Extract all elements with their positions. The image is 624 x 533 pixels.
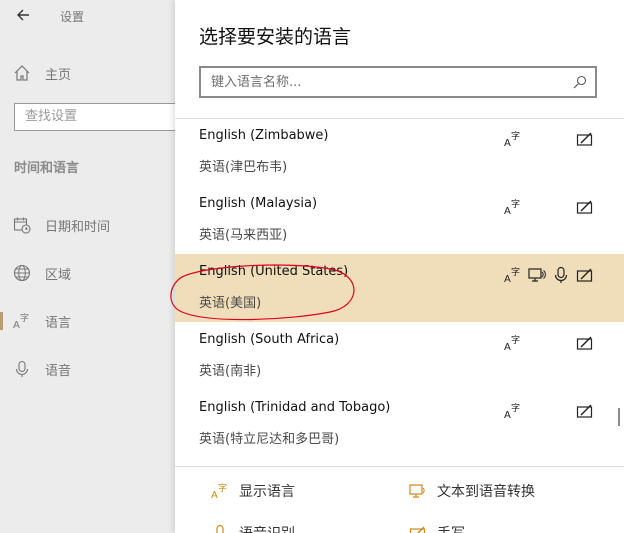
nav-item-label: 语音 bbox=[45, 363, 72, 379]
language-native-name: 英语(马来西亚) bbox=[199, 228, 288, 243]
back-arrow-icon bbox=[17, 9, 29, 21]
selected-indicator bbox=[0, 312, 3, 330]
svg-text:A: A bbox=[13, 320, 20, 330]
nav-item-label: 日期和时间 bbox=[45, 219, 111, 235]
display-language-icon: A 字 bbox=[211, 482, 227, 500]
legend-text-to-speech: 文本到语音转换 bbox=[409, 480, 535, 502]
nav-home-label: 主页 bbox=[45, 67, 72, 83]
nav-item-language[interactable]: A 字 语言 bbox=[13, 311, 173, 331]
legend-label: 显示语言 bbox=[239, 484, 295, 500]
display-language-icon: A 字 bbox=[504, 402, 520, 420]
svg-text:字: 字 bbox=[511, 266, 520, 278]
settings-pane: 设置 主页 查找设置 时间和语言 日期和时间 区域 A 字 语言 语音 bbox=[0, 0, 175, 533]
svg-text:A: A bbox=[504, 342, 511, 352]
globe-icon bbox=[13, 264, 31, 282]
nav-home[interactable]: 主页 bbox=[13, 63, 71, 83]
display-language-icon: A 字 bbox=[504, 198, 520, 216]
handwriting-icon bbox=[576, 404, 593, 418]
language-search-input[interactable] bbox=[201, 68, 561, 96]
language-native-name: 英语(南非) bbox=[199, 364, 262, 379]
svg-text:A: A bbox=[211, 490, 218, 500]
annotation-circle bbox=[170, 264, 355, 321]
language-name: English (Malaysia) bbox=[199, 196, 318, 211]
legend-speech-recognition: 语音识别 bbox=[211, 522, 295, 533]
handwriting-icon bbox=[576, 132, 593, 146]
nav-item-label: 区域 bbox=[45, 267, 72, 283]
handwriting-icon bbox=[409, 526, 426, 533]
search-icon[interactable] bbox=[573, 75, 587, 89]
microphone-icon bbox=[15, 360, 29, 377]
section-title: 时间和语言 bbox=[14, 161, 80, 176]
language-icon: A 字 bbox=[13, 312, 29, 330]
svg-text:A: A bbox=[504, 274, 511, 284]
calendar-clock-icon bbox=[13, 217, 31, 234]
nav-item-region[interactable]: 区域 bbox=[13, 263, 173, 283]
display-language-icon: A 字 bbox=[504, 334, 520, 352]
text-to-speech-icon bbox=[409, 484, 425, 498]
divider bbox=[175, 466, 624, 467]
svg-text:字: 字 bbox=[218, 482, 227, 494]
handwriting-icon bbox=[576, 200, 593, 214]
language-native-name: 英语(特立尼达和多巴哥) bbox=[199, 432, 340, 447]
home-icon bbox=[14, 65, 30, 81]
legend-label: 语音识别 bbox=[239, 523, 295, 533]
handwriting-icon bbox=[576, 336, 593, 350]
legend-handwriting: 手写 bbox=[409, 522, 465, 533]
svg-text:字: 字 bbox=[511, 198, 520, 210]
speech-recognition-icon bbox=[554, 266, 568, 283]
legend-label: 手写 bbox=[437, 523, 465, 533]
flyout-title: 选择要安装的语言 bbox=[199, 26, 352, 48]
nav-item-date-time[interactable]: 日期和时间 bbox=[13, 215, 173, 235]
back-button[interactable] bbox=[13, 5, 33, 25]
language-name: English (Trinidad and Tobago) bbox=[199, 400, 391, 415]
handwriting-icon bbox=[576, 268, 593, 282]
text-to-speech-icon bbox=[528, 268, 546, 282]
svg-text:字: 字 bbox=[511, 402, 520, 414]
language-row[interactable]: English (Malaysia) 英语(马来西亚) A 字 bbox=[175, 186, 624, 254]
svg-text:A: A bbox=[504, 138, 511, 148]
display-language-icon: A 字 bbox=[504, 130, 520, 148]
language-search-box[interactable] bbox=[199, 66, 597, 98]
svg-text:字: 字 bbox=[20, 312, 29, 324]
list-scrollbar[interactable] bbox=[618, 408, 620, 426]
nav-item-label: 语言 bbox=[45, 315, 72, 331]
nav-item-speech[interactable]: 语音 bbox=[13, 359, 173, 379]
svg-text:字: 字 bbox=[511, 130, 520, 142]
language-name: English (Zimbabwe) bbox=[199, 128, 329, 143]
svg-text:字: 字 bbox=[511, 334, 520, 346]
app-title: 设置 bbox=[60, 10, 85, 24]
settings-search-placeholder: 查找设置 bbox=[25, 109, 78, 124]
language-native-name: 英语(津巴布韦) bbox=[199, 160, 288, 175]
legend-display-language: A 字 显示语言 bbox=[211, 480, 295, 502]
legend-label: 文本到语音转换 bbox=[437, 484, 535, 500]
speech-recognition-icon bbox=[216, 524, 224, 533]
language-row[interactable]: English (South Africa) 英语(南非) A 字 bbox=[175, 322, 624, 390]
language-row[interactable]: English (Zimbabwe) 英语(津巴布韦) A 字 bbox=[175, 118, 624, 186]
language-name: English (South Africa) bbox=[199, 332, 340, 347]
svg-text:A: A bbox=[504, 206, 511, 216]
display-language-icon: A 字 bbox=[504, 266, 520, 284]
settings-search-input[interactable]: 查找设置 bbox=[14, 103, 175, 131]
language-row[interactable]: English (Trinidad and Tobago) 英语(特立尼达和多巴… bbox=[175, 390, 624, 458]
svg-text:A: A bbox=[504, 410, 511, 420]
